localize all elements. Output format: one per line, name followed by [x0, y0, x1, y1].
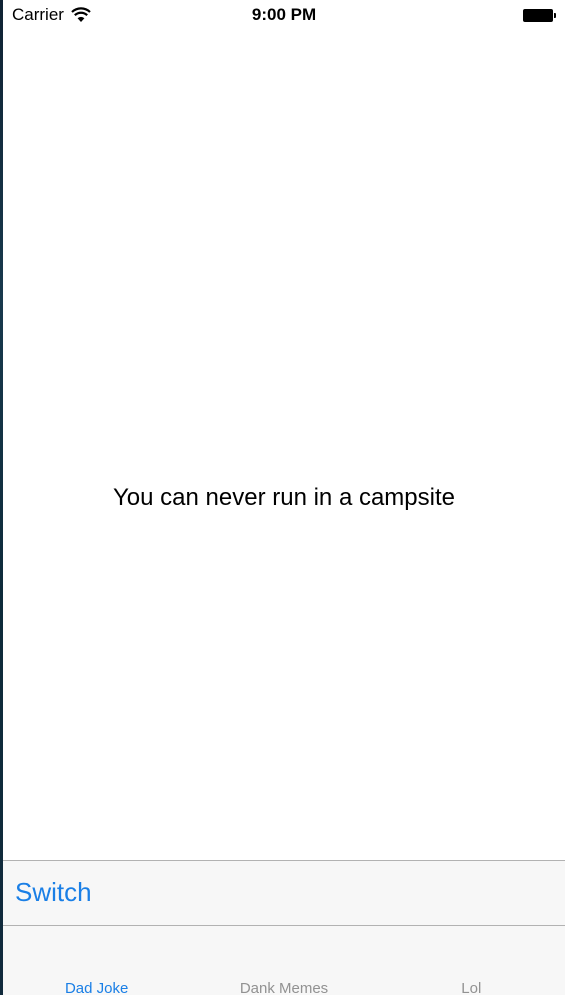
- battery-body: [523, 9, 553, 22]
- tab-label: Dank Memes: [239, 980, 329, 995]
- main-content: You can never run in a campsite: [3, 32, 565, 860]
- tab-dank-memes[interactable]: Dank Memes: [190, 926, 377, 995]
- tab-lol[interactable]: Lol: [378, 926, 565, 995]
- tab-bar: Dad Joke Dank Memes Lol: [3, 926, 565, 995]
- switch-button[interactable]: Switch: [15, 877, 92, 908]
- tab-label: Lol: [461, 980, 482, 995]
- toolbar: Switch: [3, 860, 565, 926]
- battery-tip: [554, 13, 556, 18]
- app-screen: Carrier 9:00 PM You can never run in a c…: [0, 0, 565, 995]
- status-time: 9:00 PM: [251, 5, 317, 24]
- battery-icon: [523, 9, 557, 22]
- tab-dad-joke[interactable]: Dad Joke: [3, 926, 190, 995]
- tab-label: Dad Joke: [64, 980, 129, 995]
- status-bar: Carrier 9:00 PM: [3, 0, 565, 32]
- joke-label: You can never run in a campsite: [113, 484, 455, 511]
